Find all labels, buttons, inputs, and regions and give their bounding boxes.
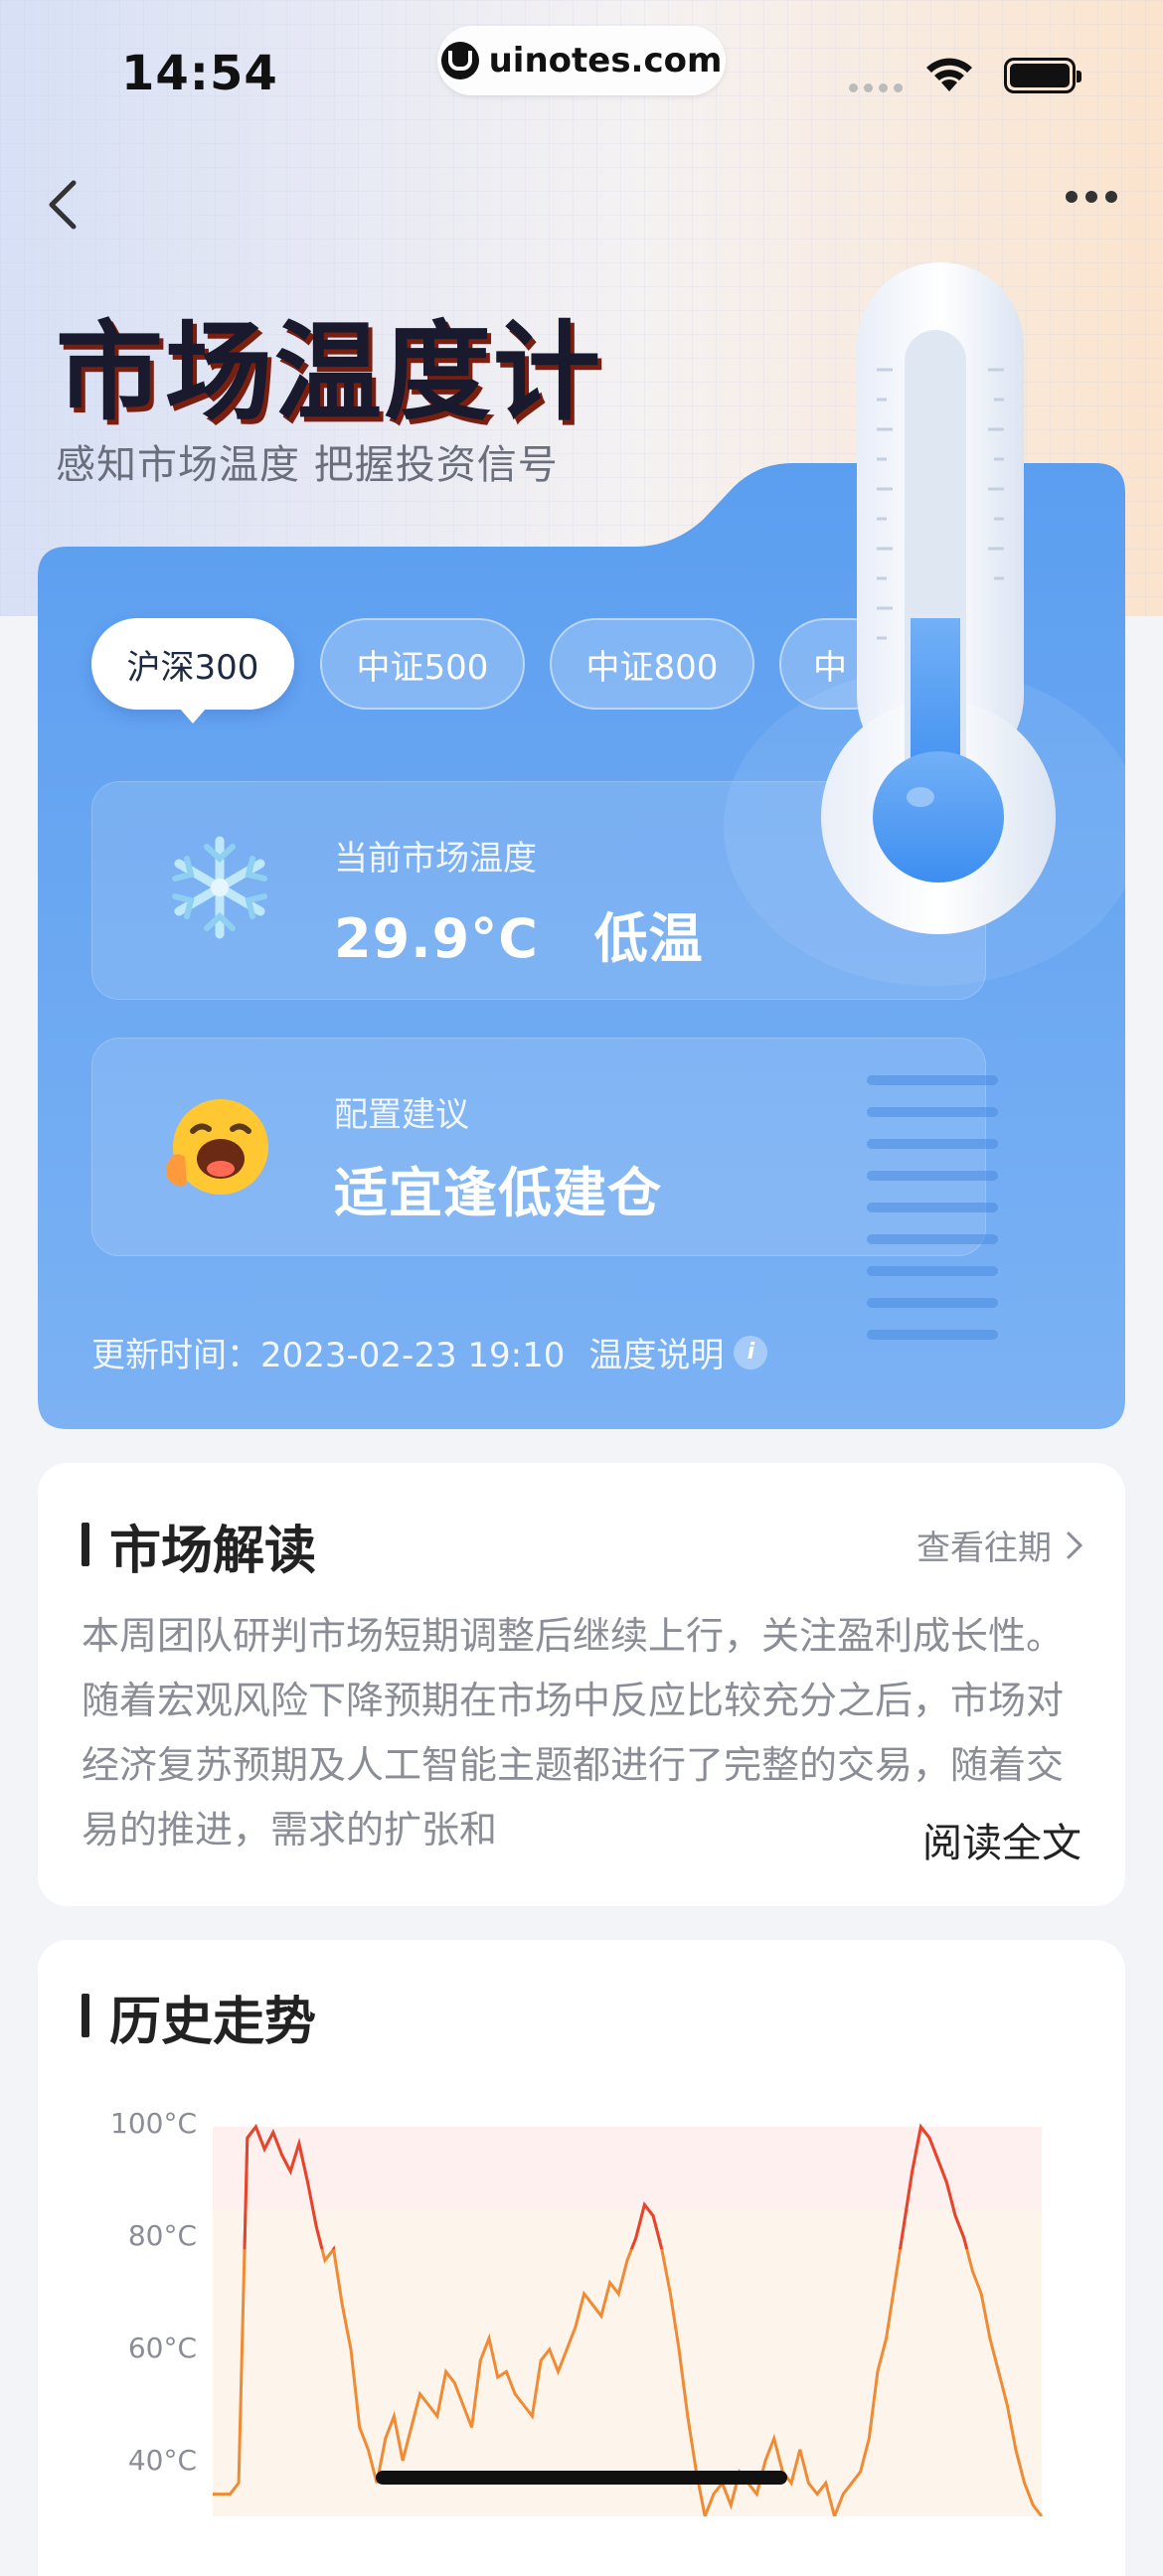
update-info: 更新时间：2023-02-23 19:10 温度说明 i bbox=[91, 1328, 768, 1376]
status-time: 14:54 bbox=[121, 46, 278, 101]
chevron-right-icon bbox=[1067, 1531, 1083, 1558]
temperature-value: 29.9°C 低温 bbox=[334, 894, 704, 973]
market-interpretation-card: 市场解读 查看往期 本周团队研判市场短期调整后继续上行，关注盈利成长性。随着宏观… bbox=[38, 1463, 1125, 1906]
tab-zz500[interactable]: 中证500 bbox=[320, 618, 525, 710]
signal-icon bbox=[849, 83, 903, 92]
see-past-label: 查看往期 bbox=[916, 1529, 1052, 1568]
url-pill[interactable]: uinotes.com bbox=[437, 26, 726, 95]
temperature-explain-link[interactable]: 温度说明 i bbox=[588, 1328, 768, 1376]
temperature-number: 29.9°C bbox=[334, 907, 539, 970]
see-past-link[interactable]: 查看往期 bbox=[916, 1521, 1083, 1569]
section-title-interpretation: 市场解读 bbox=[109, 1522, 317, 1581]
temperature-level: 低温 bbox=[593, 907, 704, 970]
update-time: 更新时间：2023-02-23 19:10 bbox=[91, 1336, 566, 1375]
home-indicator bbox=[376, 2471, 787, 2485]
more-options-icon[interactable] bbox=[1066, 191, 1117, 203]
temperature-label: 当前市场温度 bbox=[334, 839, 537, 879]
info-icon: i bbox=[734, 1335, 768, 1369]
advice-label: 配置建议 bbox=[334, 1095, 469, 1135]
site-logo-icon bbox=[440, 42, 479, 80]
history-chart bbox=[213, 2123, 1044, 2516]
excited-face-icon bbox=[167, 1099, 268, 1195]
snowflake-icon bbox=[172, 836, 267, 939]
read-full-article-link[interactable]: 阅读全文 bbox=[922, 1811, 1081, 1868]
section-marker bbox=[82, 1523, 89, 1566]
wifi-icon bbox=[926, 58, 972, 91]
thermometer-icon bbox=[821, 262, 1056, 934]
back-arrow-icon[interactable] bbox=[40, 175, 89, 235]
page-title: 市场温度计 bbox=[56, 311, 603, 435]
url-text: uinotes.com bbox=[488, 41, 723, 80]
advice-value: 适宜逢低建仓 bbox=[334, 1162, 662, 1224]
tab-zz800[interactable]: 中证800 bbox=[550, 618, 754, 710]
tab-hs300[interactable]: 沪深300 bbox=[91, 618, 294, 724]
battery-icon bbox=[1004, 58, 1081, 93]
temperature-explain-label: 温度说明 bbox=[588, 1336, 725, 1375]
decorative-stripes bbox=[867, 1075, 998, 1340]
